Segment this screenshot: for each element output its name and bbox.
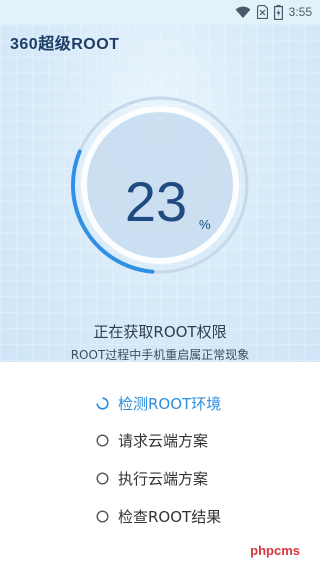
app-logo: 360超级ROOT [10, 36, 120, 53]
step-item: 请求云端方案 [96, 429, 208, 451]
status-bar: 3:55 [0, 0, 320, 24]
watermark: phpcms [250, 543, 300, 558]
step-label: 检查ROOT结果 [118, 507, 222, 526]
radio-circle-icon [96, 471, 109, 485]
status-title: 正在获取ROOT权限 [93, 323, 227, 341]
spinner-icon [96, 396, 109, 410]
radio-circle-icon [96, 509, 109, 523]
step-label: 执行云端方案 [118, 469, 209, 488]
progress-percent-value: 23 [124, 170, 188, 233]
step-item: 检测ROOT环境 [96, 392, 221, 414]
step-item: 检查ROOT结果 [96, 505, 221, 527]
status-time: 3:55 [288, 5, 312, 19]
status-subtitle: ROOT过程中手机重启属正常现象 [70, 348, 250, 362]
progress-percent-unit: % [199, 217, 211, 232]
status-icons: 3:55 [235, 4, 312, 20]
wifi-icon [235, 6, 251, 18]
radio-circle-icon [96, 433, 109, 447]
sim-no-signal-icon [256, 5, 268, 19]
step-label: 检测ROOT环境 [118, 394, 222, 413]
battery-charging-icon [273, 4, 283, 20]
step-label: 请求云端方案 [118, 431, 209, 450]
step-item: 执行云端方案 [96, 467, 208, 489]
progress-panel: 360超级ROOT 23 % 正在获取ROOT权限 ROOT过程中手机重启属正常… [0, 24, 320, 362]
